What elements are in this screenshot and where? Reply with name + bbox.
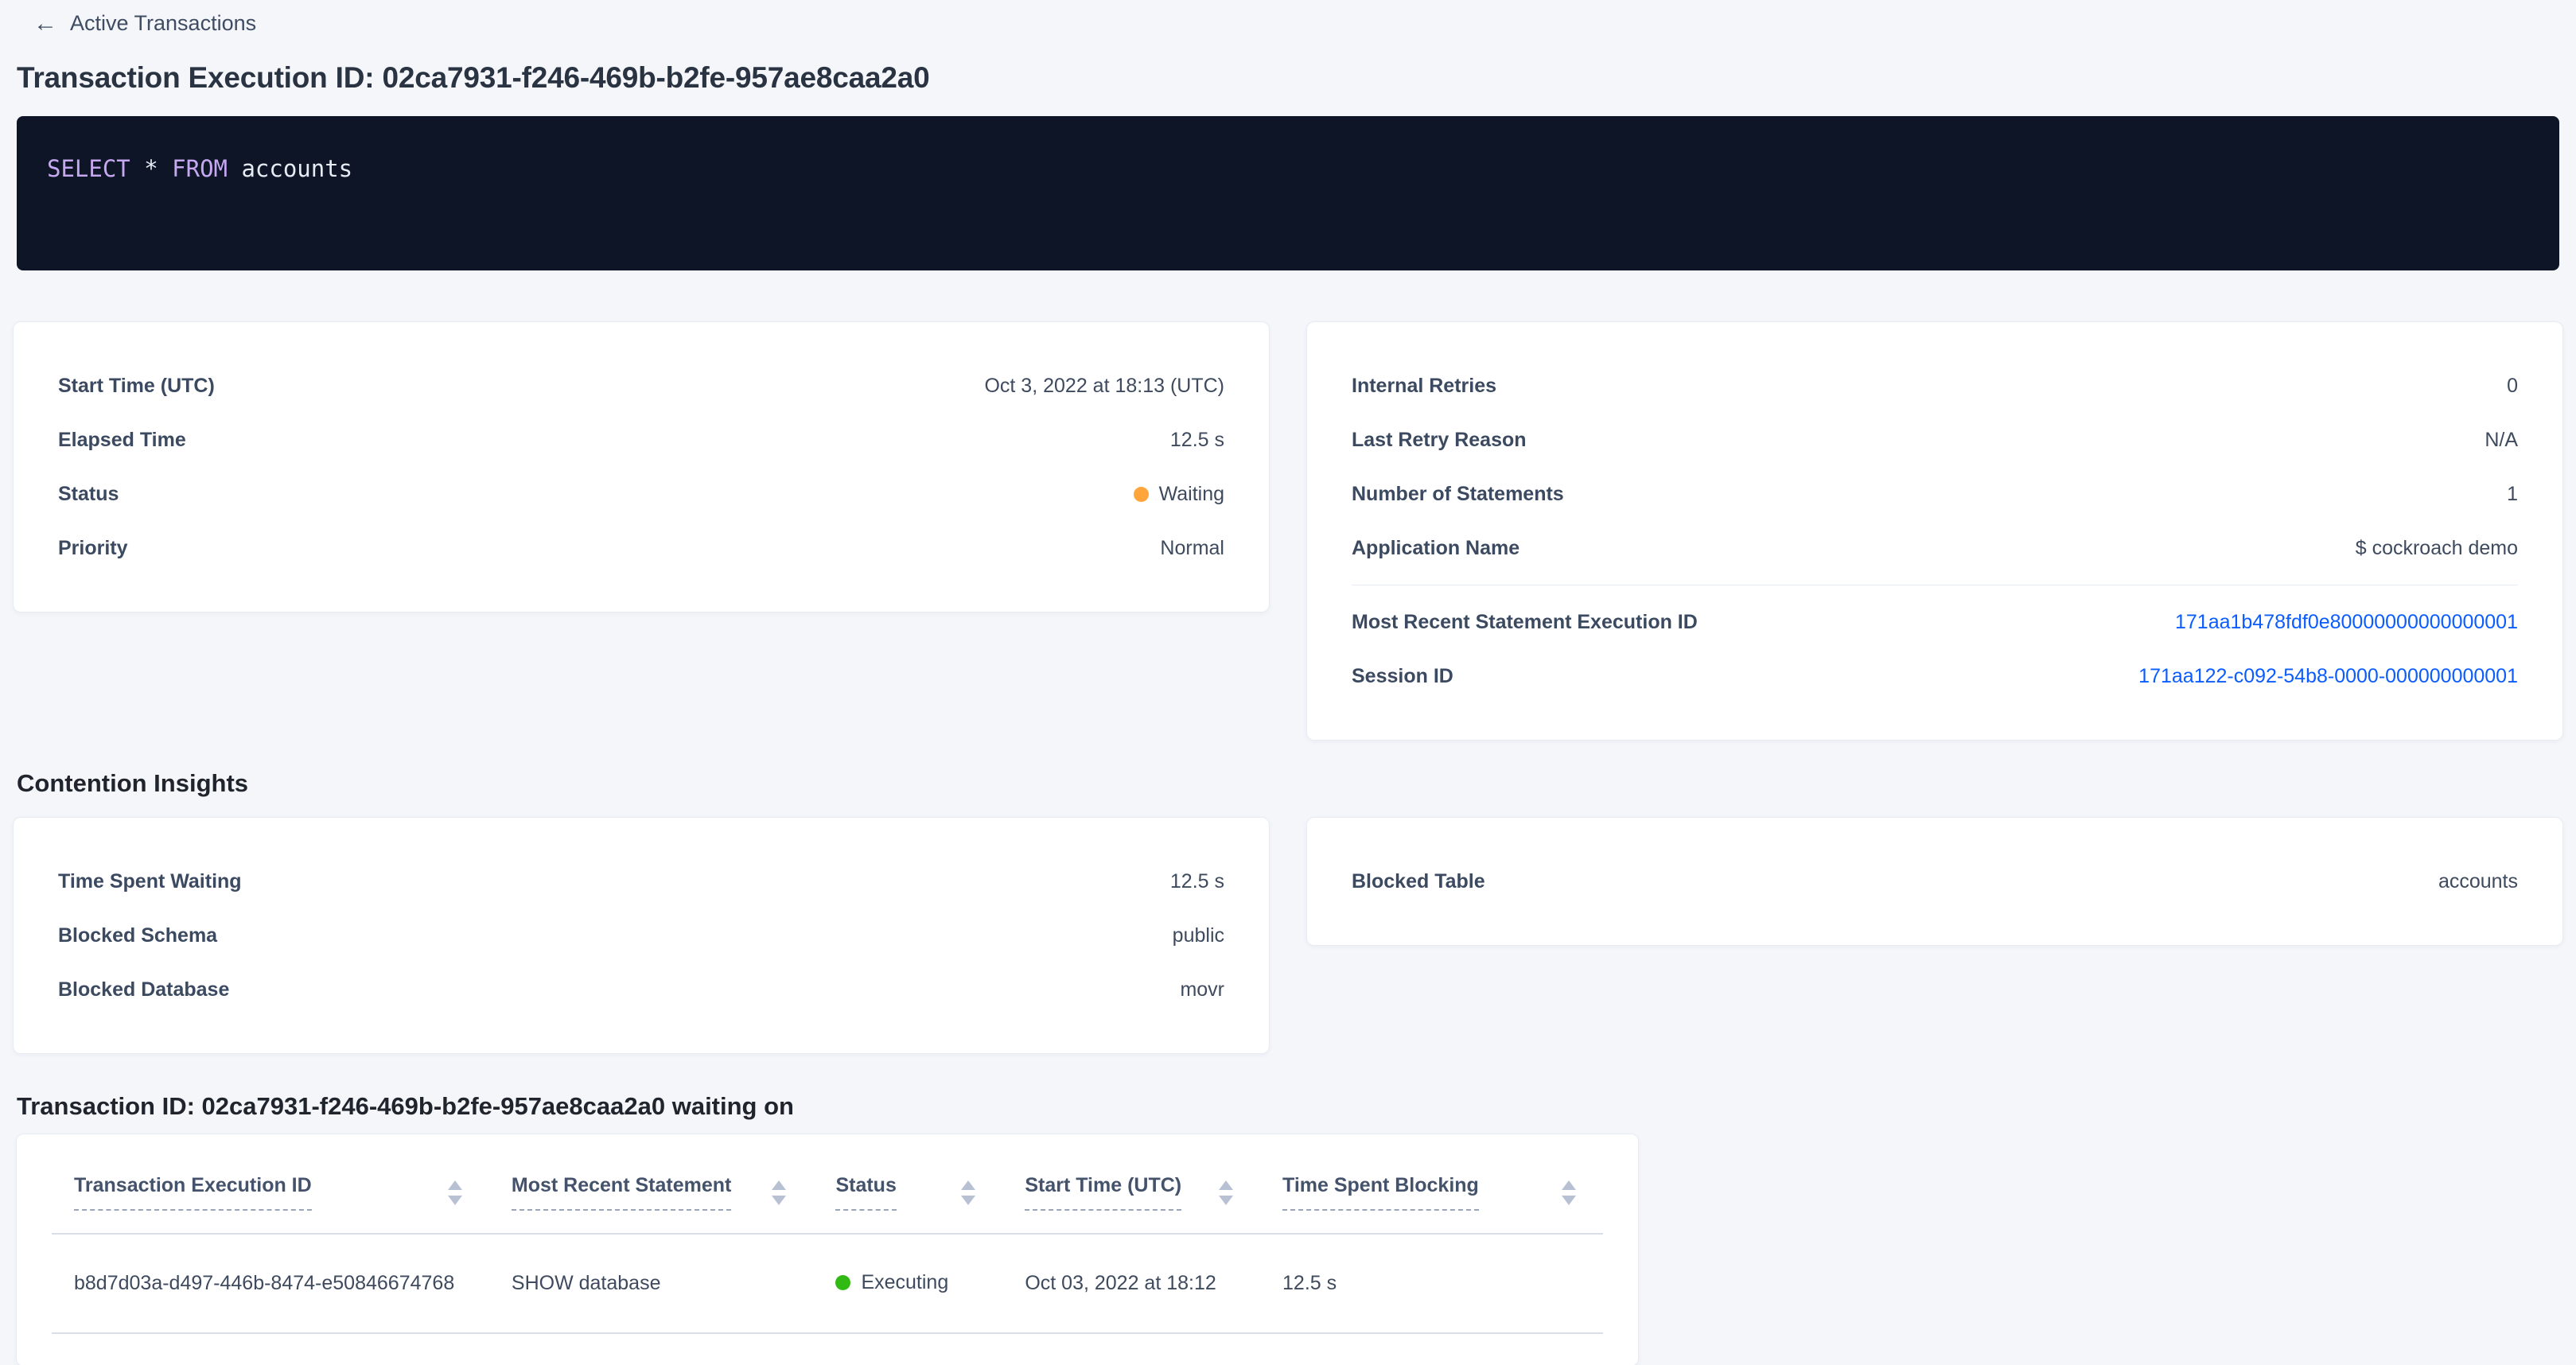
info-value: N/A: [2485, 429, 2518, 452]
cell-transaction-execution-id: b8d7d03a-d497-446b-8474-e50846674768: [52, 1234, 489, 1333]
column-header-transaction-execution-id[interactable]: Transaction Execution ID: [52, 1134, 489, 1234]
info-value: public: [1173, 924, 1224, 947]
sql-text: *: [130, 155, 172, 182]
sql-keyword: FROM: [172, 155, 228, 182]
info-row-number-of-statements: Number of Statements 1: [1352, 467, 2518, 521]
status-text: Executing: [861, 1271, 948, 1294]
status-executing-dot-icon: [835, 1275, 850, 1290]
status-text: Waiting: [1159, 483, 1224, 506]
statement-execution-id-link[interactable]: 171aa1b478fdf0e80000000000000001: [2175, 611, 2518, 634]
sort-icon[interactable]: [961, 1180, 975, 1205]
info-row-session-id: Session ID 171aa122-c092-54b8-0000-00000…: [1352, 649, 2518, 703]
status-value: Waiting: [1134, 483, 1224, 506]
info-label: Most Recent Statement Execution ID: [1352, 611, 1698, 634]
info-value: 0: [2507, 375, 2518, 398]
transaction-details-page: ← Active Transactions Transaction Execut…: [0, 0, 2576, 1365]
sort-icon[interactable]: [1219, 1180, 1233, 1205]
summary-card-left: Start Time (UTC) Oct 3, 2022 at 18:13 (U…: [13, 321, 1270, 612]
cell-start-time: Oct 03, 2022 at 18:12: [1002, 1234, 1260, 1333]
info-row-elapsed-time: Elapsed Time 12.5 s: [58, 413, 1224, 467]
info-label: Start Time (UTC): [58, 375, 215, 398]
column-header-label: Time Spent Blocking: [1282, 1174, 1479, 1211]
waiting-transactions-card: Transaction Execution ID Most Recent Sta…: [16, 1134, 1639, 1365]
info-row-priority: Priority Normal: [58, 521, 1224, 575]
info-label: Session ID: [1352, 665, 1453, 688]
info-label: Blocked Schema: [58, 924, 217, 947]
contention-card-right: Blocked Table accounts: [1306, 817, 2563, 946]
sort-icon[interactable]: [448, 1180, 462, 1205]
column-header-label: Transaction Execution ID: [74, 1174, 312, 1211]
info-row-application-name: Application Name $ cockroach demo: [1352, 521, 2518, 575]
info-label: Internal Retries: [1352, 375, 1496, 398]
session-id-link[interactable]: 171aa122-c092-54b8-0000-000000000001: [2138, 665, 2518, 688]
contention-section: Time Spent Waiting 12.5 s Blocked Schema…: [13, 817, 2563, 1054]
info-row-blocked-database: Blocked Database movr: [58, 962, 1224, 1017]
status-waiting-dot-icon: [1134, 487, 1149, 502]
info-value: Oct 3, 2022 at 18:13 (UTC): [984, 375, 1224, 398]
table-row: b8d7d03a-d497-446b-8474-e50846674768 SHO…: [52, 1234, 1603, 1333]
info-label: Blocked Database: [58, 978, 229, 1001]
info-label: Time Spent Waiting: [58, 870, 242, 893]
info-value: Normal: [1160, 537, 1224, 560]
sort-icon[interactable]: [772, 1180, 786, 1205]
info-label: Elapsed Time: [58, 429, 186, 452]
info-label: Last Retry Reason: [1352, 429, 1527, 452]
column-header-status[interactable]: Status: [813, 1134, 1002, 1234]
info-row-statement-execution-id: Most Recent Statement Execution ID 171aa…: [1352, 595, 2518, 649]
info-label: Priority: [58, 537, 128, 560]
column-header-most-recent-statement[interactable]: Most Recent Statement: [489, 1134, 814, 1234]
cell-time-spent-blocking: 12.5 s: [1260, 1234, 1603, 1333]
sort-icon[interactable]: [1562, 1180, 1576, 1205]
cell-status: Executing: [813, 1234, 1002, 1333]
info-value: 12.5 s: [1170, 429, 1224, 452]
info-row-last-retry-reason: Last Retry Reason N/A: [1352, 413, 2518, 467]
info-row-blocked-schema: Blocked Schema public: [58, 908, 1224, 962]
summary-section: Start Time (UTC) Oct 3, 2022 at 18:13 (U…: [13, 321, 2563, 741]
back-link-active-transactions[interactable]: ← Active Transactions: [33, 11, 256, 36]
page-title: Transaction Execution ID: 02ca7931-f246-…: [17, 61, 2576, 95]
info-label: Status: [58, 483, 119, 506]
waiting-on-heading: Transaction ID: 02ca7931-f246-469b-b2fe-…: [17, 1092, 2576, 1121]
info-label: Blocked Table: [1352, 870, 1485, 893]
column-header-label: Most Recent Statement: [512, 1174, 731, 1211]
info-row-internal-retries: Internal Retries 0: [1352, 359, 2518, 413]
table-header-row: Transaction Execution ID Most Recent Sta…: [52, 1134, 1603, 1234]
column-header-label: Status: [835, 1174, 896, 1211]
sql-keyword: SELECT: [47, 155, 130, 182]
info-row-time-spent-waiting: Time Spent Waiting 12.5 s: [58, 854, 1224, 908]
column-header-time-spent-blocking[interactable]: Time Spent Blocking: [1260, 1134, 1603, 1234]
sql-statement-box: SELECT * FROM accounts: [17, 116, 2559, 270]
info-value: 12.5 s: [1170, 870, 1224, 893]
info-value: accounts: [2438, 870, 2518, 893]
back-link-label: Active Transactions: [70, 11, 256, 36]
info-row-blocked-table: Blocked Table accounts: [1352, 854, 2518, 908]
info-value: $ cockroach demo: [2356, 537, 2518, 560]
summary-card-right: Internal Retries 0 Last Retry Reason N/A…: [1306, 321, 2563, 741]
cell-most-recent-statement: SHOW database: [489, 1234, 814, 1333]
info-row-start-time: Start Time (UTC) Oct 3, 2022 at 18:13 (U…: [58, 359, 1224, 413]
waiting-transactions-table: Transaction Execution ID Most Recent Sta…: [52, 1134, 1603, 1334]
contention-insights-heading: Contention Insights: [17, 769, 2576, 798]
info-value: 1: [2507, 483, 2518, 506]
column-header-label: Start Time (UTC): [1025, 1174, 1181, 1211]
info-label: Application Name: [1352, 537, 1520, 560]
info-label: Number of Statements: [1352, 483, 1564, 506]
column-header-start-time[interactable]: Start Time (UTC): [1002, 1134, 1260, 1234]
sql-text: accounts: [228, 155, 352, 182]
info-row-status: Status Waiting: [58, 467, 1224, 521]
info-value: movr: [1180, 978, 1224, 1001]
back-arrow-icon: ←: [33, 12, 57, 36]
contention-card-left: Time Spent Waiting 12.5 s Blocked Schema…: [13, 817, 1270, 1054]
